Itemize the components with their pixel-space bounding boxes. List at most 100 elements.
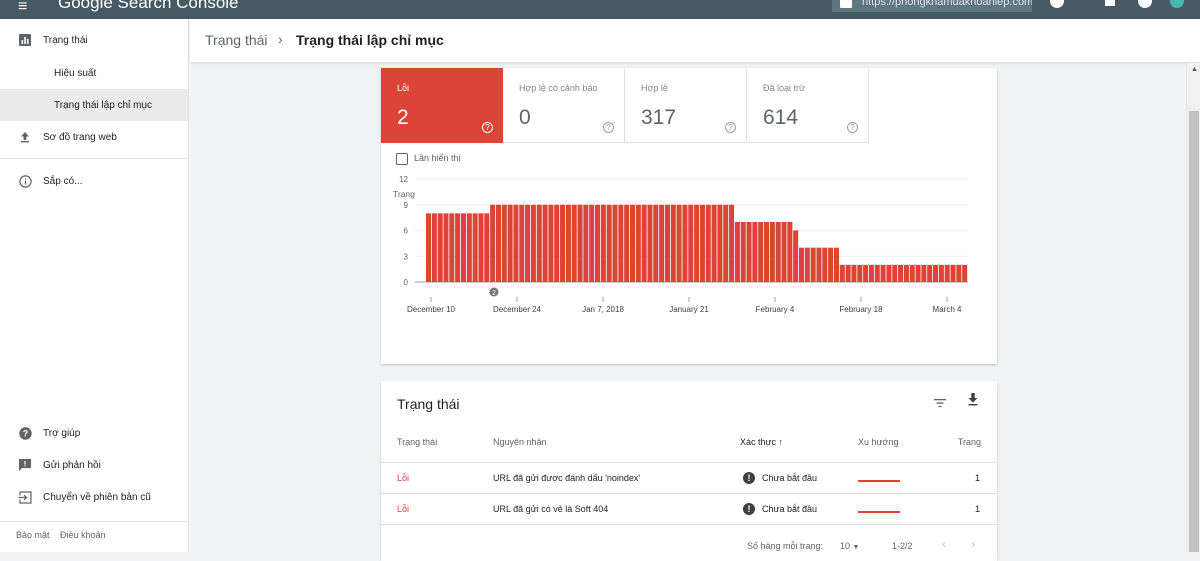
chart-bar[interactable] — [682, 204, 688, 282]
chart-bar[interactable] — [839, 264, 845, 282]
chart-bar[interactable] — [769, 221, 775, 282]
tile-valid[interactable]: Hợp lệ 317 ? — [625, 68, 747, 143]
chart-bar[interactable] — [868, 264, 874, 282]
chart-bar[interactable] — [618, 204, 624, 282]
chart-bar[interactable] — [565, 204, 571, 282]
chart-bar[interactable] — [542, 204, 548, 282]
chart-bar[interactable] — [810, 247, 816, 282]
chart-bar[interactable] — [472, 213, 478, 282]
chart-bar[interactable] — [449, 213, 455, 282]
filter-icon[interactable] — [934, 395, 946, 413]
chart-bar[interactable] — [746, 221, 752, 282]
chart-bar[interactable] — [863, 264, 869, 282]
chart-bar[interactable] — [641, 204, 647, 282]
column-header-reason[interactable]: Nguyên nhân — [493, 437, 547, 447]
chart-bar[interactable] — [874, 264, 880, 282]
tile-valid-warning[interactable]: Hợp lệ có cảnh báo 0 ? — [503, 68, 625, 143]
chart-bar[interactable] — [711, 204, 717, 282]
chart-bar[interactable] — [688, 204, 694, 282]
chart-bar[interactable] — [490, 204, 496, 282]
chart-bar[interactable] — [484, 213, 490, 282]
chart-bar[interactable] — [548, 204, 554, 282]
chevron-left-icon[interactable]: ‹ — [942, 537, 946, 551]
chart-bar[interactable] — [909, 264, 915, 282]
column-header-trend[interactable]: Xu hướng — [858, 437, 898, 447]
chart-bar[interactable] — [787, 221, 793, 282]
column-header-pages[interactable]: Trang — [958, 437, 981, 447]
privacy-link[interactable]: Bảo mật — [16, 530, 50, 540]
chart-bar[interactable] — [600, 204, 606, 282]
chart-bar[interactable] — [495, 204, 501, 282]
chart-bar[interactable] — [426, 213, 432, 282]
sidebar-item-sitemaps[interactable]: Sơ đồ trang web — [0, 121, 188, 153]
chart-bar[interactable] — [571, 204, 577, 282]
scrollbar-thumb[interactable] — [1189, 111, 1199, 552]
chart-bar[interactable] — [921, 264, 927, 282]
chart-bar[interactable] — [822, 247, 828, 282]
impressions-checkbox[interactable] — [396, 153, 408, 165]
chart-bar[interactable] — [857, 264, 863, 282]
chart-bar[interactable] — [723, 204, 729, 282]
sidebar-item-legacy[interactable]: Chuyển về phiên bản cũ — [0, 481, 188, 513]
chart-bar[interactable] — [804, 247, 810, 282]
chart-bar[interactable] — [466, 213, 472, 282]
sidebar-item-feedback[interactable]: Gửi phản hồi — [0, 449, 188, 481]
chart-bar[interactable] — [606, 204, 612, 282]
chart-bar[interactable] — [670, 204, 676, 282]
terms-link[interactable]: Điều khoản — [60, 530, 106, 540]
chart-bar[interactable] — [833, 247, 839, 282]
chart-bar[interactable] — [705, 204, 711, 282]
help-icon[interactable] — [1050, 0, 1064, 8]
chart-bar[interactable] — [740, 221, 746, 282]
chart-bar[interactable] — [880, 264, 886, 282]
chart-bar[interactable] — [664, 204, 670, 282]
chart-bar[interactable] — [781, 221, 787, 282]
chart-bar[interactable] — [501, 204, 507, 282]
tile-error[interactable]: Lỗi 2 ? — [381, 68, 503, 143]
chart-bar[interactable] — [577, 204, 583, 282]
table-row[interactable]: Lỗi URL đã gửi có vẻ là Soft 404 ! Chưa … — [381, 493, 997, 524]
chart-bar[interactable] — [443, 213, 449, 282]
chart-bar[interactable] — [717, 204, 723, 282]
download-icon[interactable] — [967, 393, 979, 411]
menu-icon[interactable]: ≡ — [18, 0, 27, 16]
sidebar-item-performance[interactable]: Hiệu suất — [0, 57, 188, 89]
chart-bar[interactable] — [530, 204, 536, 282]
chart-bar[interactable] — [519, 204, 525, 282]
chart-bar[interactable] — [513, 204, 519, 282]
chart-bar[interactable] — [828, 247, 834, 282]
chart-bar[interactable] — [560, 204, 566, 282]
chart-bar[interactable] — [758, 221, 764, 282]
chart-bar[interactable] — [431, 213, 437, 282]
chart-bar[interactable] — [933, 264, 939, 282]
sidebar-item-coming-soon[interactable]: Sắp có... — [0, 165, 188, 197]
rows-per-page-select[interactable]: 10 ▼ — [840, 541, 859, 551]
chart-bar[interactable] — [752, 221, 758, 282]
chart-bar[interactable] — [729, 204, 735, 282]
breadcrumb-parent[interactable]: Trạng thái — [205, 32, 268, 48]
chart-bar[interactable] — [734, 221, 740, 282]
property-selector[interactable]: https://phongkhamdakhoahiep.com/ — [832, 0, 1032, 12]
chart-bar[interactable] — [624, 204, 630, 282]
column-header-validation[interactable]: Xác thực ↑ — [740, 437, 783, 447]
sidebar-item-status[interactable]: Trạng thái — [0, 24, 188, 56]
chart-bar[interactable] — [647, 204, 653, 282]
help-icon[interactable]: ? — [725, 122, 736, 133]
page-scrollbar[interactable]: ▲ — [1186, 63, 1200, 552]
chart-bar[interactable] — [554, 204, 560, 282]
chart-bar[interactable] — [764, 221, 770, 282]
chart-bar[interactable] — [962, 264, 968, 282]
chart-bar[interactable] — [583, 204, 589, 282]
chart-bar[interactable] — [793, 230, 799, 283]
tile-excluded[interactable]: Đã loại trừ 614 ? — [747, 68, 869, 143]
chart-bar[interactable] — [659, 204, 665, 282]
chart-bar[interactable] — [898, 264, 904, 282]
apps-icon[interactable] — [1105, 0, 1115, 6]
chart-bar[interactable] — [653, 204, 659, 282]
notifications-icon[interactable] — [1138, 0, 1152, 8]
chart-bar[interactable] — [536, 204, 542, 282]
chart-bar[interactable] — [938, 264, 944, 282]
scroll-up-icon[interactable]: ▲ — [1191, 66, 1198, 73]
chart-bar[interactable] — [612, 204, 618, 282]
chart-bar[interactable] — [676, 204, 682, 282]
